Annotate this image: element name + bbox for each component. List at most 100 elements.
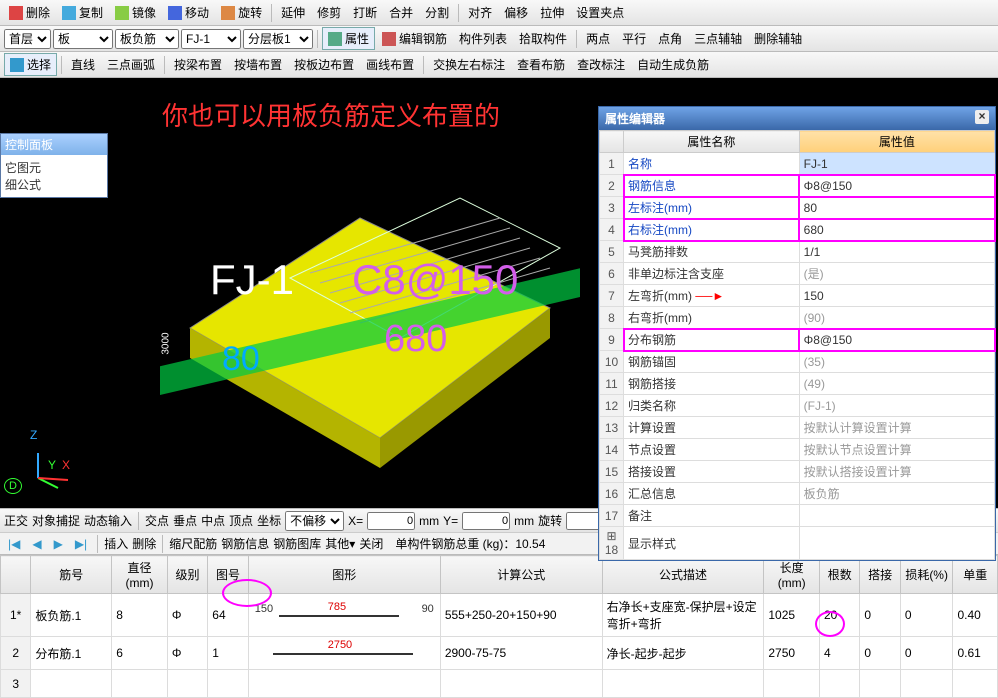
btn-osnap[interactable]: 对象捕捉 <box>32 512 80 529</box>
prop-name[interactable]: 分布钢筋 <box>624 329 800 351</box>
btn-cross[interactable]: 交点 <box>145 512 169 529</box>
btn-parallel[interactable]: 平行 <box>617 28 651 49</box>
offset-select[interactable]: 不偏移 <box>285 511 344 531</box>
btn-barlib[interactable]: 钢筋图库 <box>273 535 321 552</box>
input-x[interactable] <box>367 512 415 530</box>
btn-copy[interactable]: 复制 <box>57 2 108 23</box>
prop-name[interactable]: 显示样式 <box>624 527 800 560</box>
nav-last[interactable]: ▶| <box>71 535 91 553</box>
btn-line[interactable]: 直线 <box>66 54 100 75</box>
prop-value[interactable]: (是) <box>799 263 994 285</box>
prop-value[interactable]: (FJ-1) <box>799 395 994 417</box>
prop-value[interactable]: FJ-1 <box>799 153 994 175</box>
btn-attr[interactable]: 属性 <box>322 27 375 50</box>
btn-setorigin[interactable]: 设置夹点 <box>571 2 629 23</box>
btn-other[interactable]: 其他▾ <box>325 535 355 552</box>
btn-threeaxis[interactable]: 三点辅轴 <box>689 28 747 49</box>
grid-row[interactable]: 3 <box>1 670 998 698</box>
prop-name[interactable]: 左标注(mm) <box>624 197 800 219</box>
btn-scale[interactable]: 缩尺配筋 <box>169 535 217 552</box>
btn-pickmember[interactable]: 拾取构件 <box>514 28 572 49</box>
btn-twopt[interactable]: 两点 <box>581 28 615 49</box>
prop-name[interactable]: 马凳筋排数 <box>624 241 800 263</box>
prop-name[interactable]: 归类名称 <box>624 395 800 417</box>
btn-delete2[interactable]: 删除 <box>132 535 156 552</box>
floor-select[interactable]: 首层 <box>4 29 51 49</box>
prop-value[interactable] <box>799 527 994 560</box>
prop-value[interactable]: Φ8@150 <box>799 175 994 197</box>
btn-rotate[interactable]: 旋转 <box>216 2 267 23</box>
btn-delete[interactable]: 删除 <box>4 2 55 23</box>
prop-name[interactable]: 钢筋信息 <box>624 175 800 197</box>
prop-name[interactable]: 钢筋锚固 <box>624 351 800 373</box>
prop-value[interactable]: 按默认搭接设置计算 <box>799 461 994 483</box>
btn-memberlist[interactable]: 构件列表 <box>454 28 512 49</box>
prop-value[interactable] <box>799 505 994 527</box>
prop-name[interactable]: 右标注(mm) <box>624 219 800 241</box>
btn-split[interactable]: 分割 <box>420 2 454 23</box>
prop-name[interactable]: 备注 <box>624 505 800 527</box>
btn-break[interactable]: 打断 <box>348 2 382 23</box>
nav-first[interactable]: |◀ <box>4 535 24 553</box>
prop-value[interactable]: 按默认节点设置计算 <box>799 439 994 461</box>
btn-trim[interactable]: 修剪 <box>312 2 346 23</box>
prop-name[interactable]: 名称 <box>624 153 800 175</box>
btn-dyninput[interactable]: 动态输入 <box>84 512 132 529</box>
prop-value[interactable]: (90) <box>799 307 994 329</box>
btn-close[interactable]: 关闭 <box>359 535 383 552</box>
close-icon[interactable]: × <box>975 110 989 124</box>
btn-stretch[interactable]: 拉伸 <box>535 2 569 23</box>
prop-value[interactable]: 板负筋 <box>799 483 994 505</box>
btn-perp[interactable]: 垂点 <box>173 512 197 529</box>
prop-name[interactable]: 非单边标注含支座 <box>624 263 800 285</box>
sub-select[interactable]: 板负筋 <box>115 29 179 49</box>
prop-name[interactable]: 计算设置 <box>624 417 800 439</box>
btn-ptangle[interactable]: 点角 <box>653 28 687 49</box>
prop-name[interactable]: 左弯折(mm) ──► <box>624 285 800 307</box>
btn-mid[interactable]: 中点 <box>201 512 225 529</box>
btn-coord[interactable]: 坐标 <box>257 512 281 529</box>
prop-name[interactable]: 右弯折(mm) <box>624 307 800 329</box>
btn-ortho[interactable]: 正交 <box>4 512 28 529</box>
btn-swaplabel[interactable]: 交换左右标注 <box>428 54 510 75</box>
btn-arc[interactable]: 三点画弧 <box>102 54 160 75</box>
grid-row[interactable]: 1* 板负筋.18Φ64 150 785 90 555+250-20+150+9… <box>1 594 998 637</box>
prop-name[interactable]: 节点设置 <box>624 439 800 461</box>
btn-move[interactable]: 移动 <box>163 2 214 23</box>
btn-align[interactable]: 对齐 <box>463 2 497 23</box>
prop-value[interactable]: 150 <box>799 285 994 307</box>
type-select[interactable]: 板 <box>53 29 113 49</box>
rebar-grid[interactable]: 筋号 直径(mm) 级别 图号 图形 计算公式 公式描述 长度(mm) 根数 搭… <box>0 554 998 698</box>
prop-value[interactable]: 680 <box>799 219 994 241</box>
btn-apex[interactable]: 顶点 <box>229 512 253 529</box>
nav-prev[interactable]: ◀ <box>28 535 45 553</box>
btn-extend[interactable]: 延伸 <box>276 2 310 23</box>
code-select[interactable]: FJ-1 <box>181 29 241 49</box>
prop-value[interactable]: (35) <box>799 351 994 373</box>
btn-delaxis[interactable]: 删除辅轴 <box>749 28 807 49</box>
btn-byslab[interactable]: 按板边布置 <box>289 54 359 75</box>
btn-barinfo[interactable]: 钢筋信息 <box>221 535 269 552</box>
btn-select[interactable]: 选择 <box>4 53 57 76</box>
viewport-3d[interactable]: 你也可以用板负筋定义布置的 FJ-1 C8@150 80 680 3000 控制… <box>0 78 998 508</box>
btn-mirror[interactable]: 镜像 <box>110 2 161 23</box>
btn-offset[interactable]: 偏移 <box>499 2 533 23</box>
prop-name[interactable]: 搭接设置 <box>624 461 800 483</box>
btn-bybeam[interactable]: 按梁布置 <box>169 54 227 75</box>
layer-select[interactable]: 分层板1 <box>243 29 313 49</box>
btn-drawline[interactable]: 画线布置 <box>361 54 419 75</box>
btn-merge[interactable]: 合并 <box>384 2 418 23</box>
btn-checkanno[interactable]: 查改标注 <box>572 54 630 75</box>
prop-name[interactable]: 钢筋搭接 <box>624 373 800 395</box>
prop-value[interactable]: 按默认计算设置计算 <box>799 417 994 439</box>
input-y[interactable] <box>462 512 510 530</box>
prop-value[interactable]: (49) <box>799 373 994 395</box>
grid-row[interactable]: 2 分布筋.16Φ1 2750 2900-75-75净长-起步-起步2750 4… <box>1 637 998 670</box>
btn-insert[interactable]: 插入 <box>104 535 128 552</box>
prop-value[interactable]: Φ8@150 <box>799 329 994 351</box>
prop-value[interactable]: 80 <box>799 197 994 219</box>
control-panel[interactable]: 控制面板 它图元细公式 <box>0 133 108 198</box>
property-editor[interactable]: 属性编辑器 × 属性名称属性值 1 名称 FJ-12 钢筋信息 Φ8@1503 … <box>598 106 996 561</box>
prop-value[interactable]: 1/1 <box>799 241 994 263</box>
btn-bywall[interactable]: 按墙布置 <box>229 54 287 75</box>
